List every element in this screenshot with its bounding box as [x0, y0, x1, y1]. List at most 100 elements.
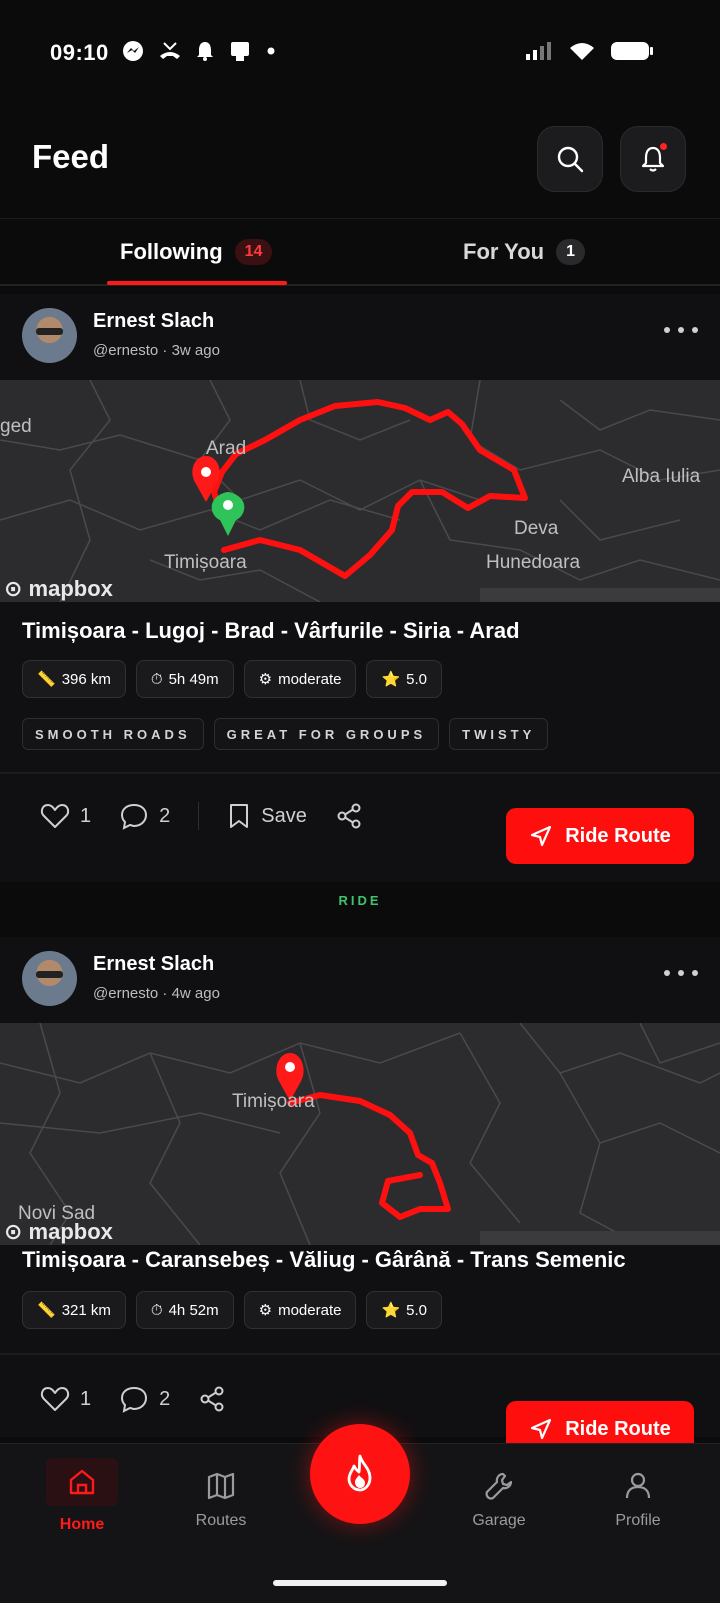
difficulty-icon: ⚙ [258, 1302, 273, 1319]
rating-value: 5.0 [406, 1301, 428, 1319]
mapbox-logo-text: mapbox [28, 576, 113, 601]
battery-icon [611, 42, 653, 60]
tab-for-you[interactable]: For You 1 [463, 219, 585, 285]
more-options-button[interactable] [664, 320, 698, 340]
post-card: Ernest Slach @ernesto · 3w ago ged Arad … [0, 294, 720, 894]
star-icon: ⭐ [381, 1302, 401, 1319]
navigation-arrow-icon [531, 825, 552, 847]
nav-label: Home [59, 1516, 105, 1533]
action-separator [198, 802, 200, 830]
share-icon [200, 1386, 224, 1412]
notification-icons [122, 40, 276, 62]
notifications-button[interactable] [620, 126, 686, 192]
tab-count-badge: 1 [556, 239, 585, 265]
nav-label: Routes [195, 1512, 247, 1529]
post-actions: 1 2 [40, 1385, 254, 1413]
comment-count: 2 [159, 1387, 171, 1410]
home-icon [69, 1469, 95, 1495]
search-icon [557, 146, 584, 173]
map-icon [207, 1472, 235, 1500]
route-tags: SMOOTH ROADS GREAT FOR GROUPS TWISTY [22, 718, 549, 750]
more-dot [692, 970, 698, 976]
status-bar: 09:10 [0, 0, 720, 110]
route-map[interactable]: ged Arad Alba Iulia Deva Timișoara Huned… [0, 380, 720, 602]
ride-route-label: Ride Route [565, 824, 671, 847]
map-background [0, 380, 720, 602]
more-options-button[interactable] [664, 963, 698, 983]
signal-icon [526, 42, 551, 60]
mapbox-logo: ⊙ mapbox [4, 1219, 113, 1244]
route-title[interactable]: Timișoara - Caransebeș - Văliug - Gârână… [22, 1247, 626, 1273]
feed-tabs: Following 14 For You 1 [0, 218, 720, 286]
active-nav-highlight [46, 1458, 118, 1506]
nav-label: Garage [472, 1512, 526, 1529]
ride-route-label: Ride Route [565, 1417, 671, 1440]
ruler-icon: 📏 [37, 671, 56, 688]
map-credit [480, 588, 720, 602]
tab-following[interactable]: Following 14 [120, 219, 273, 285]
tab-label: For You [463, 239, 545, 264]
author-meta: @ernesto · 3w ago [93, 342, 220, 359]
route-map[interactable]: Timișoara Novi Sad ⊙ mapbox [0, 1023, 720, 1245]
tag: GREAT FOR GROUPS [213, 718, 440, 750]
like-button[interactable]: 1 [40, 802, 91, 830]
missed-call-icon [160, 42, 180, 59]
divider [0, 1353, 720, 1355]
dot-icon [267, 47, 275, 55]
like-count: 1 [80, 804, 92, 827]
author-name[interactable]: Ernest Slach [93, 953, 214, 976]
rating-chip: ⭐ 5.0 [366, 1291, 443, 1329]
duration-chip: ⏱ 5h 49m [135, 660, 234, 698]
navigation-arrow-icon [531, 1418, 552, 1440]
search-button[interactable] [537, 126, 603, 192]
nav-garage[interactable]: Garage [439, 1444, 559, 1554]
ride-route-button[interactable]: Ride Route [506, 808, 694, 864]
map-label: Timișoara [232, 1091, 315, 1112]
more-dot [678, 327, 684, 333]
tab-label: Following [120, 239, 223, 264]
nav-home[interactable]: Home [22, 1444, 142, 1554]
mapbox-logo: ⊙ mapbox [4, 576, 113, 601]
nav-profile[interactable]: Profile [578, 1444, 698, 1554]
map-background [0, 1023, 720, 1245]
messenger-icon [123, 41, 143, 61]
distance-value: 396 km [61, 670, 111, 688]
user-icon [625, 1472, 651, 1499]
system-icons [524, 40, 654, 62]
rating-chip: ⭐ 5.0 [366, 660, 443, 698]
app-header: Feed [0, 110, 720, 218]
author-meta: @ernesto · 4w ago [93, 985, 220, 1002]
more-dot [664, 970, 670, 976]
post-card: Ernest Slach @ernesto · 4w ago Timișoara… [0, 937, 720, 1457]
comment-count: 2 [159, 804, 171, 827]
map-label: Hunedoara [486, 552, 581, 573]
tag: TWISTY [449, 718, 549, 750]
home-indicator[interactable] [273, 1580, 447, 1586]
divider [0, 772, 720, 774]
nav-routes[interactable]: Routes [161, 1444, 281, 1554]
save-button[interactable]: Save [227, 802, 307, 830]
flame-icon [347, 1454, 372, 1492]
comment-button[interactable]: 2 [119, 1385, 170, 1413]
tag: SMOOTH ROADS [22, 718, 204, 750]
avatar[interactable] [22, 308, 77, 363]
share-button[interactable] [335, 802, 363, 830]
route-title[interactable]: Timișoara - Lugoj - Brad - Vârfurile - S… [22, 618, 520, 644]
comment-button[interactable]: 2 [119, 802, 170, 830]
distance-chip: 📏 396 km [22, 660, 126, 698]
wrench-icon [485, 1472, 513, 1500]
heart-icon [40, 1387, 70, 1411]
duration-value: 5h 49m [168, 670, 219, 688]
rating-value: 5.0 [406, 670, 428, 688]
difficulty-icon: ⚙ [258, 671, 273, 688]
difficulty-chip: ⚙ moderate [243, 1291, 357, 1329]
mapbox-logo-text: mapbox [28, 1219, 113, 1244]
start-ride-button[interactable] [310, 1424, 410, 1524]
unread-dot [660, 143, 667, 150]
author-name[interactable]: Ernest Slach [93, 310, 214, 333]
heart-icon [40, 804, 70, 828]
like-button[interactable]: 1 [40, 1385, 91, 1413]
share-button[interactable] [198, 1385, 226, 1413]
avatar[interactable] [22, 951, 77, 1006]
tab-count-badge: 14 [234, 239, 273, 265]
